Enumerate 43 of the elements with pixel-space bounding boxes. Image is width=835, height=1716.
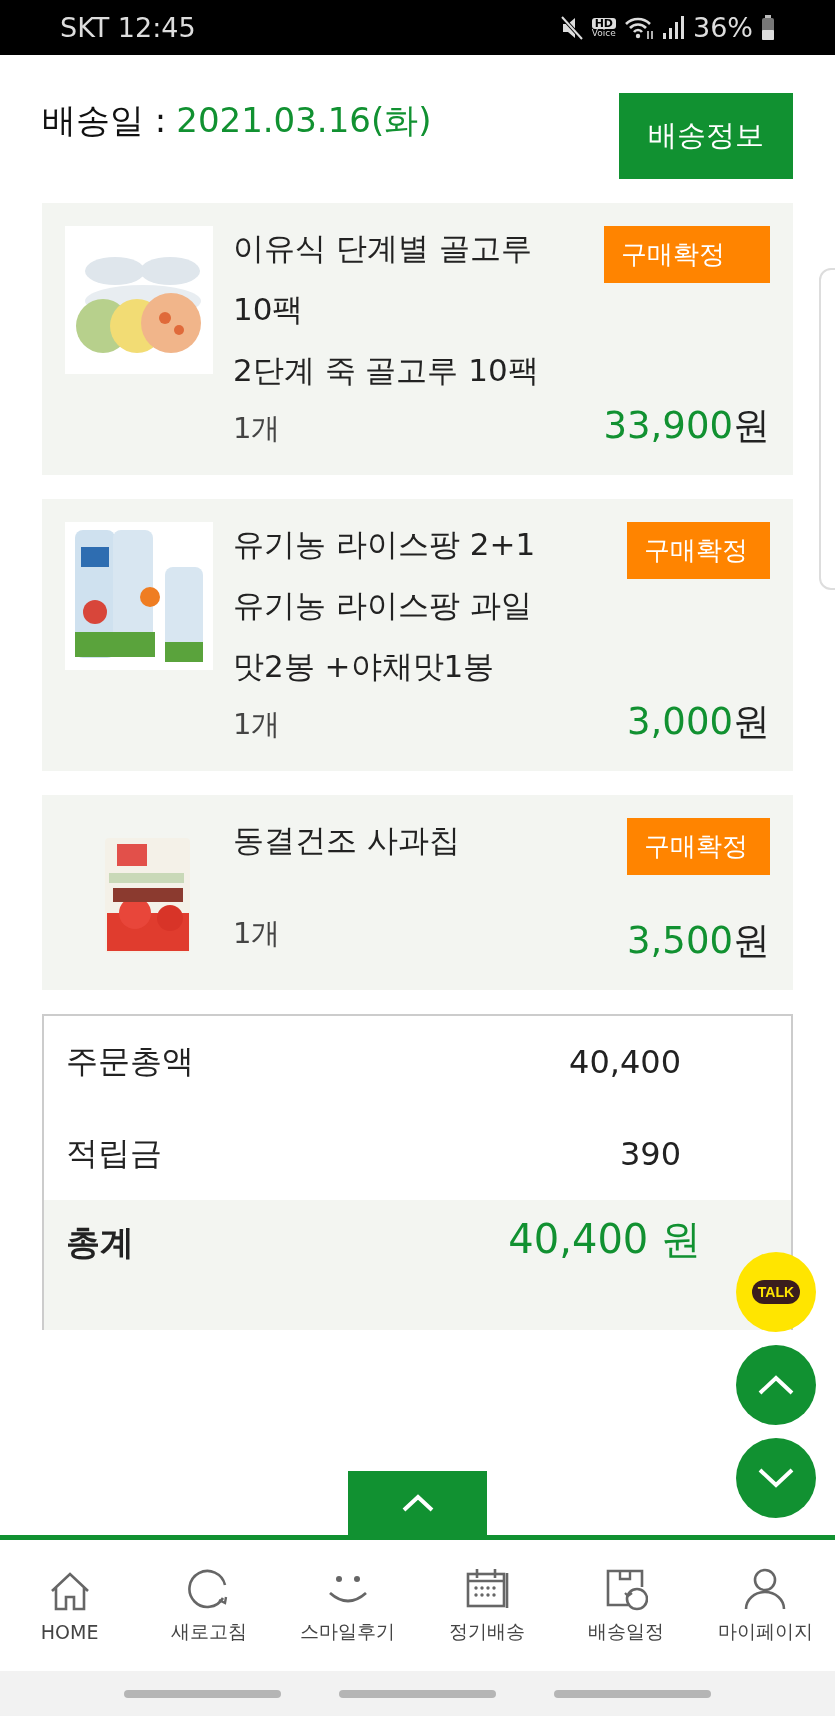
quantity: 1개 [233, 706, 282, 743]
nav-tab[interactable]: 마이페이지 [695, 1540, 835, 1671]
caret-down-icon [757, 1467, 795, 1489]
nav-tab[interactable]: 스마일후기 [278, 1540, 418, 1671]
nav-tab[interactable]: HOME [0, 1540, 140, 1671]
summary-label: 주문총액 [66, 1041, 194, 1082]
signal-icon [662, 15, 685, 40]
delivery-date: 2021.03.16(화) [176, 99, 432, 142]
product-price: 3,500원 [627, 918, 770, 964]
nav-tab[interactable]: 정기배송 [417, 1540, 557, 1671]
caret-up-icon [400, 1493, 435, 1513]
nav-tab[interactable]: 배송일정 [556, 1540, 696, 1671]
caret-up-icon [757, 1374, 795, 1396]
mute-icon [559, 14, 584, 41]
battery-icon [761, 14, 775, 41]
carrier-time: SKT 12:45 [60, 12, 196, 43]
summary-label: 적립금 [66, 1133, 162, 1174]
summary-value: 40,400 [569, 1043, 681, 1081]
person-icon [743, 1566, 788, 1611]
kakao-talk-button[interactable]: TALK [736, 1252, 816, 1332]
product-card[interactable]: 유기농 라이스팡 2+1 유기농 라이스팡 과일맛2봉 +야채맛1봉 구매확정 1개 3,000원 [42, 499, 793, 771]
delivery-date-label: 배송일 : [42, 99, 167, 142]
product-name: 동결건조 사과칩 [233, 821, 461, 860]
calendar-icon [465, 1566, 510, 1611]
summary-value: 390 [619, 1135, 681, 1173]
purchase-confirmed-badge: 구매확정 [603, 226, 770, 283]
product-card[interactable]: 동결건조 사과칩 구매확정 1개 3,500원 [42, 795, 793, 990]
product-option: 2단계 죽 골고루 10팩 [233, 340, 543, 401]
total-label: 총계 [66, 1221, 134, 1264]
purchase-confirmed-badge: 구매확정 [627, 818, 770, 875]
nav-tab[interactable]: 새로고침 [139, 1540, 279, 1671]
battery-percent: 36% [693, 12, 753, 43]
product-name: 이유식 단계별 골고루 10팩 [233, 229, 533, 329]
product-price: 33,900원 [603, 403, 770, 449]
product-card[interactable]: 이유식 단계별 골고루 10팩 2단계 죽 골고루 10팩 구매확정 1개 33,900원 [42, 203, 793, 475]
quantity: 1개 [233, 410, 282, 447]
delivery-info-button[interactable]: 배송정보 [619, 93, 793, 179]
product-option: 유기농 라이스팡 과일맛2봉 +야채맛1봉 [233, 575, 543, 697]
total-value: 40,400 원 [508, 1215, 701, 1264]
purchase-confirmed-badge: 구매확정 [627, 522, 770, 579]
quantity: 1개 [233, 914, 282, 952]
product-name: 유기농 라이스팡 2+1 [233, 525, 537, 564]
product-price: 3,000원 [627, 699, 770, 745]
